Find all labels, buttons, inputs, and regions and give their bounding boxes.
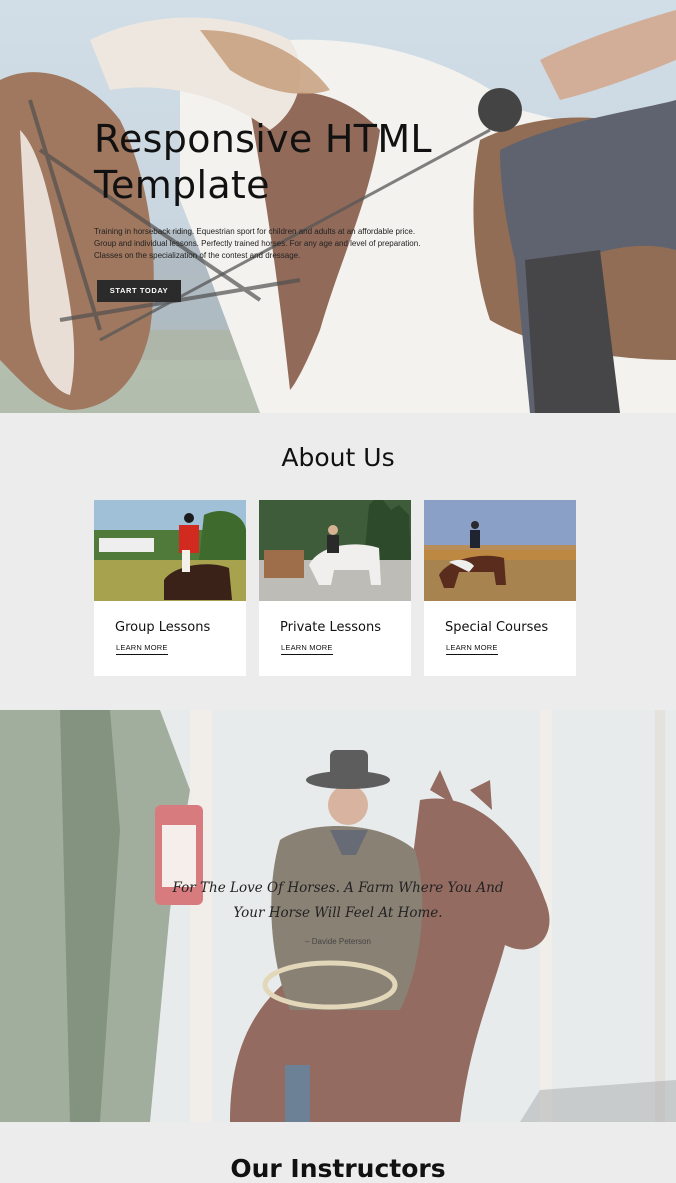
card-special-courses[interactable]: Special Courses LEARN MORE bbox=[424, 500, 576, 676]
quote-text-line2: Your Horse Will Feel At Home. bbox=[233, 905, 443, 921]
private-lessons-image bbox=[259, 500, 411, 601]
special-courses-image bbox=[424, 500, 576, 601]
instructors-title: Our Instructors bbox=[230, 1154, 446, 1183]
quote-text-line1: For The Love Of Horses. A Farm Where You… bbox=[172, 880, 504, 896]
about-section: About Us Group Lessons LEARN MORE Privat… bbox=[0, 413, 676, 710]
card-group-lessons[interactable]: Group Lessons LEARN MORE bbox=[94, 500, 246, 676]
instructors-section: Our Instructors bbox=[0, 1122, 676, 1183]
hero-title-line1: Responsive HTML bbox=[94, 117, 432, 161]
hero-description: Training in horseback riding. Equestrian… bbox=[94, 227, 421, 261]
start-today-button[interactable]: START TODAY bbox=[97, 279, 181, 302]
quote-text: For The Love Of Horses. A Farm Where You… bbox=[150, 876, 526, 926]
quote-section: For The Love Of Horses. A Farm Where You… bbox=[0, 710, 676, 1122]
learn-more-link-special[interactable]: LEARN MORE bbox=[446, 643, 498, 655]
card-private-lessons[interactable]: Private Lessons LEARN MORE bbox=[259, 500, 411, 676]
about-title: About Us bbox=[281, 443, 395, 472]
card-title-group-lessons: Group Lessons bbox=[115, 620, 211, 635]
card-title-special-courses: Special Courses bbox=[445, 620, 549, 635]
hero-title-line2: Template bbox=[94, 163, 270, 207]
hero-title: Responsive HTML Template bbox=[94, 116, 434, 208]
card-title-private-lessons: Private Lessons bbox=[280, 620, 381, 635]
group-lessons-image bbox=[94, 500, 246, 601]
learn-more-link-group[interactable]: LEARN MORE bbox=[116, 643, 168, 655]
quote-author: – Davide Peterson bbox=[305, 937, 371, 946]
learn-more-link-private[interactable]: LEARN MORE bbox=[281, 643, 333, 655]
hero-content: Responsive HTML Template Training in hor… bbox=[94, 116, 434, 302]
hero-section: Responsive HTML Template Training in hor… bbox=[0, 0, 676, 413]
